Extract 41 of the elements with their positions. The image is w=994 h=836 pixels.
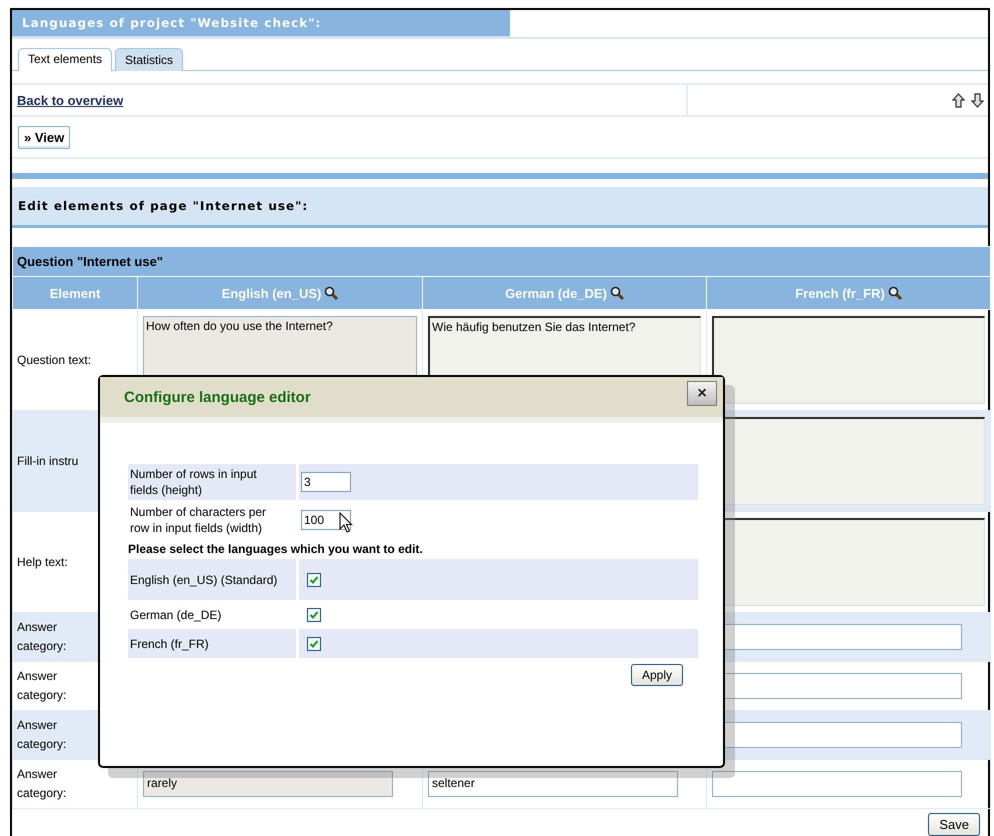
page-header: Languages of project "Website check": xyxy=(12,10,510,37)
column-header: Element xyxy=(50,286,100,300)
row-label: Fill-in instru xyxy=(17,454,78,468)
row-label: Answer category: xyxy=(17,717,68,753)
column-header: German (de_DE) xyxy=(505,286,607,300)
row-label: Answer category: xyxy=(17,619,68,655)
tab[interactable]: Text elements xyxy=(18,48,112,71)
language-label: English (en_US) (Standard) xyxy=(130,572,278,588)
setting-label: Number of characters per row in input fields (width) xyxy=(130,504,268,536)
row-label: Answer category: xyxy=(17,766,68,802)
view-button[interactable]: » View xyxy=(18,126,70,148)
tab[interactable]: Statistics xyxy=(115,48,184,71)
language-label: German (de_DE) xyxy=(130,606,222,622)
apply-button[interactable]: Apply xyxy=(630,664,683,686)
input-field[interactable] xyxy=(712,771,962,797)
pointer-icon xyxy=(339,512,353,534)
close-button[interactable]: × xyxy=(687,381,717,406)
language-label: French (fr_FR) xyxy=(130,636,210,652)
row-label: Question text: xyxy=(17,353,92,367)
save-button[interactable]: Save xyxy=(928,813,980,836)
question-title: Question "Internet use" xyxy=(17,254,163,269)
up-arrow-icon[interactable] xyxy=(952,92,965,108)
instruction-text: Please select the languages which you want to edit. xyxy=(128,541,423,558)
search-icon[interactable] xyxy=(888,286,902,300)
row-label: Answer category: xyxy=(17,668,68,704)
input-field[interactable]: seltener xyxy=(428,771,678,797)
row-label: Help text: xyxy=(17,555,68,569)
checkbox[interactable] xyxy=(307,608,321,622)
input-field[interactable]: 3 xyxy=(301,472,351,492)
section-title: Edit elements of page "Internet use": xyxy=(18,199,308,213)
setting-label: Number of rows in input fields (height) xyxy=(130,466,258,498)
down-arrow-icon[interactable] xyxy=(971,92,984,108)
column-header: English (en_US) xyxy=(222,286,322,300)
column-header: French (fr_FR) xyxy=(795,286,885,300)
search-icon[interactable] xyxy=(610,286,624,300)
back-link[interactable]: Back to overview xyxy=(17,92,124,108)
search-icon[interactable] xyxy=(324,286,338,300)
checkbox[interactable] xyxy=(307,572,321,586)
checkbox[interactable] xyxy=(307,636,321,650)
text-area[interactable] xyxy=(712,316,986,404)
input-field[interactable]: rarely xyxy=(143,771,393,797)
